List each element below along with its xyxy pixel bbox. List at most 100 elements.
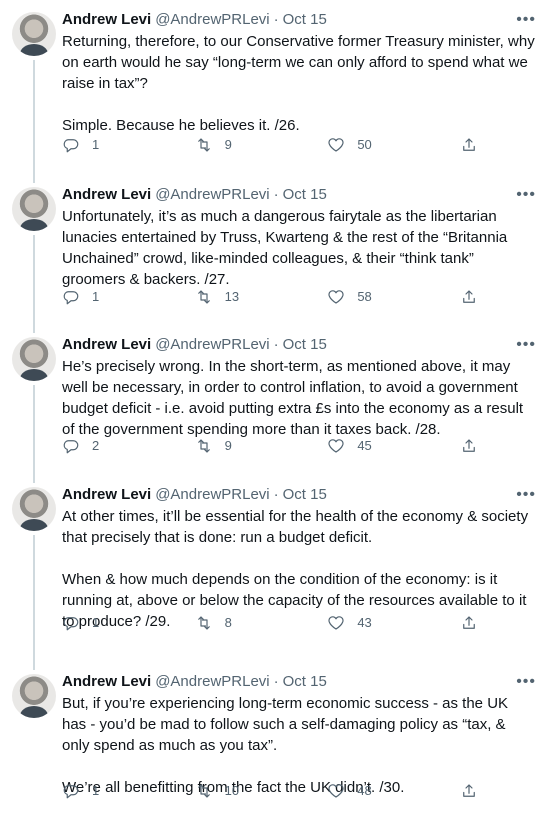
reply-count: 2 [92,438,100,453]
like-icon [328,138,344,152]
reply-count: 1 [92,615,100,630]
share-icon [463,290,475,303]
separator-dot: · [273,673,279,690]
author-name[interactable]: Andrew Levi [62,485,151,505]
reply-icon [63,139,79,153]
tweet-header: Andrew Levi @AndrewPRLevi · Oct 15 ••• [62,672,536,692]
like-icon [328,439,344,453]
reply-button[interactable]: 2 [62,437,162,455]
reply-icon [63,617,79,631]
like-button[interactable]: 43 [327,614,427,632]
tweet-actions: 1 9 50 [62,136,480,154]
like-count: 45 [357,438,372,453]
retweet-icon [197,616,210,630]
retweet-icon [197,138,210,152]
retweet-button[interactable]: 9 [195,136,295,154]
tweet[interactable]: Andrew Levi @AndrewPRLevi · Oct 15 ••• A… [0,475,550,662]
author-name[interactable]: Andrew Levi [62,185,151,205]
separator-dot: · [273,186,279,203]
like-button[interactable]: 58 [327,288,427,306]
reply-count: 1 [92,783,100,798]
thread-line [33,535,35,662]
author-name[interactable]: Andrew Levi [62,10,151,30]
retweet-count: 13 [224,289,240,304]
thread-line [33,235,35,325]
share-icon [463,138,475,151]
timeline: Andrew Levi @AndrewPRLevi · Oct 15 ••• R… [0,0,550,814]
author-name[interactable]: Andrew Levi [62,672,151,692]
avatar[interactable] [12,337,56,381]
like-count: 58 [357,289,372,304]
retweet-count: 9 [224,438,232,453]
more-icon[interactable]: ••• [516,335,536,355]
reply-button[interactable]: 1 [62,782,162,800]
tweet-date[interactable]: Oct 15 [283,335,327,355]
retweet-count: 10 [224,783,240,798]
retweet-button[interactable]: 9 [195,437,295,455]
author-handle[interactable]: @AndrewPRLevi [155,10,269,30]
reply-button[interactable]: 1 [62,288,162,306]
like-count: 43 [357,615,372,630]
like-icon [328,290,344,304]
tweet[interactable]: Andrew Levi @AndrewPRLevi · Oct 15 ••• R… [0,0,550,175]
like-icon [328,784,344,798]
reply-button[interactable]: 1 [62,614,162,632]
tweet-text: He’s precisely wrong. In the short-term,… [62,358,528,438]
author-handle[interactable]: @AndrewPRLevi [155,672,269,692]
author-handle[interactable]: @AndrewPRLevi [155,185,269,205]
reply-icon [63,291,79,305]
retweet-icon [197,784,210,798]
tweet[interactable]: Andrew Levi @AndrewPRLevi · Oct 15 ••• B… [0,662,550,814]
tweet-date[interactable]: Oct 15 [283,10,327,30]
author-name[interactable]: Andrew Levi [62,335,151,355]
share-button[interactable] [460,614,480,632]
thread-line [33,662,35,670]
tweet-actions: 1 8 43 [62,614,480,632]
like-count: 50 [357,137,372,152]
tweet-date[interactable]: Oct 15 [283,185,327,205]
tweet-date[interactable]: Oct 15 [283,485,327,505]
tweet-date[interactable]: Oct 15 [283,672,327,692]
share-button[interactable] [460,136,480,154]
tweet-actions: 2 9 45 [62,437,480,455]
like-button[interactable]: 45 [327,437,427,455]
more-icon[interactable]: ••• [516,672,536,692]
avatar[interactable] [12,12,56,56]
retweet-button[interactable]: 13 [195,288,295,306]
more-icon[interactable]: ••• [516,485,536,505]
author-handle[interactable]: @AndrewPRLevi [155,485,269,505]
retweet-button[interactable]: 10 [195,782,295,800]
tweet-header: Andrew Levi @AndrewPRLevi · Oct 15 ••• [62,335,536,355]
author-handle[interactable]: @AndrewPRLevi [155,335,269,355]
more-icon[interactable]: ••• [516,10,536,30]
tweet[interactable]: Andrew Levi @AndrewPRLevi · Oct 15 ••• U… [0,175,550,325]
share-icon [463,784,475,797]
share-button[interactable] [460,782,480,800]
reply-count: 1 [92,289,100,304]
reply-button[interactable]: 1 [62,136,162,154]
reply-icon [63,440,79,454]
reply-icon [63,785,79,799]
tweet[interactable]: Andrew Levi @AndrewPRLevi · Oct 15 ••• H… [0,325,550,475]
like-button[interactable]: 50 [327,136,427,154]
separator-dot: · [273,486,279,503]
tweet-actions: 1 13 58 [62,288,480,306]
thread-line [33,475,35,483]
tweet-header: Andrew Levi @AndrewPRLevi · Oct 15 ••• [62,185,536,205]
tweet-actions: 1 10 48 [62,782,480,800]
retweet-icon [197,439,210,453]
like-button[interactable]: 48 [327,782,427,800]
separator-dot: · [273,11,279,28]
thread-line [33,175,35,183]
avatar[interactable] [12,487,56,531]
avatar[interactable] [12,187,56,231]
separator-dot: · [273,336,279,353]
share-button[interactable] [460,437,480,455]
retweet-button[interactable]: 8 [195,614,295,632]
like-icon [328,616,344,630]
thread-line [33,60,35,175]
share-icon [463,439,475,452]
share-button[interactable] [460,288,480,306]
more-icon[interactable]: ••• [516,185,536,205]
avatar[interactable] [12,674,56,718]
